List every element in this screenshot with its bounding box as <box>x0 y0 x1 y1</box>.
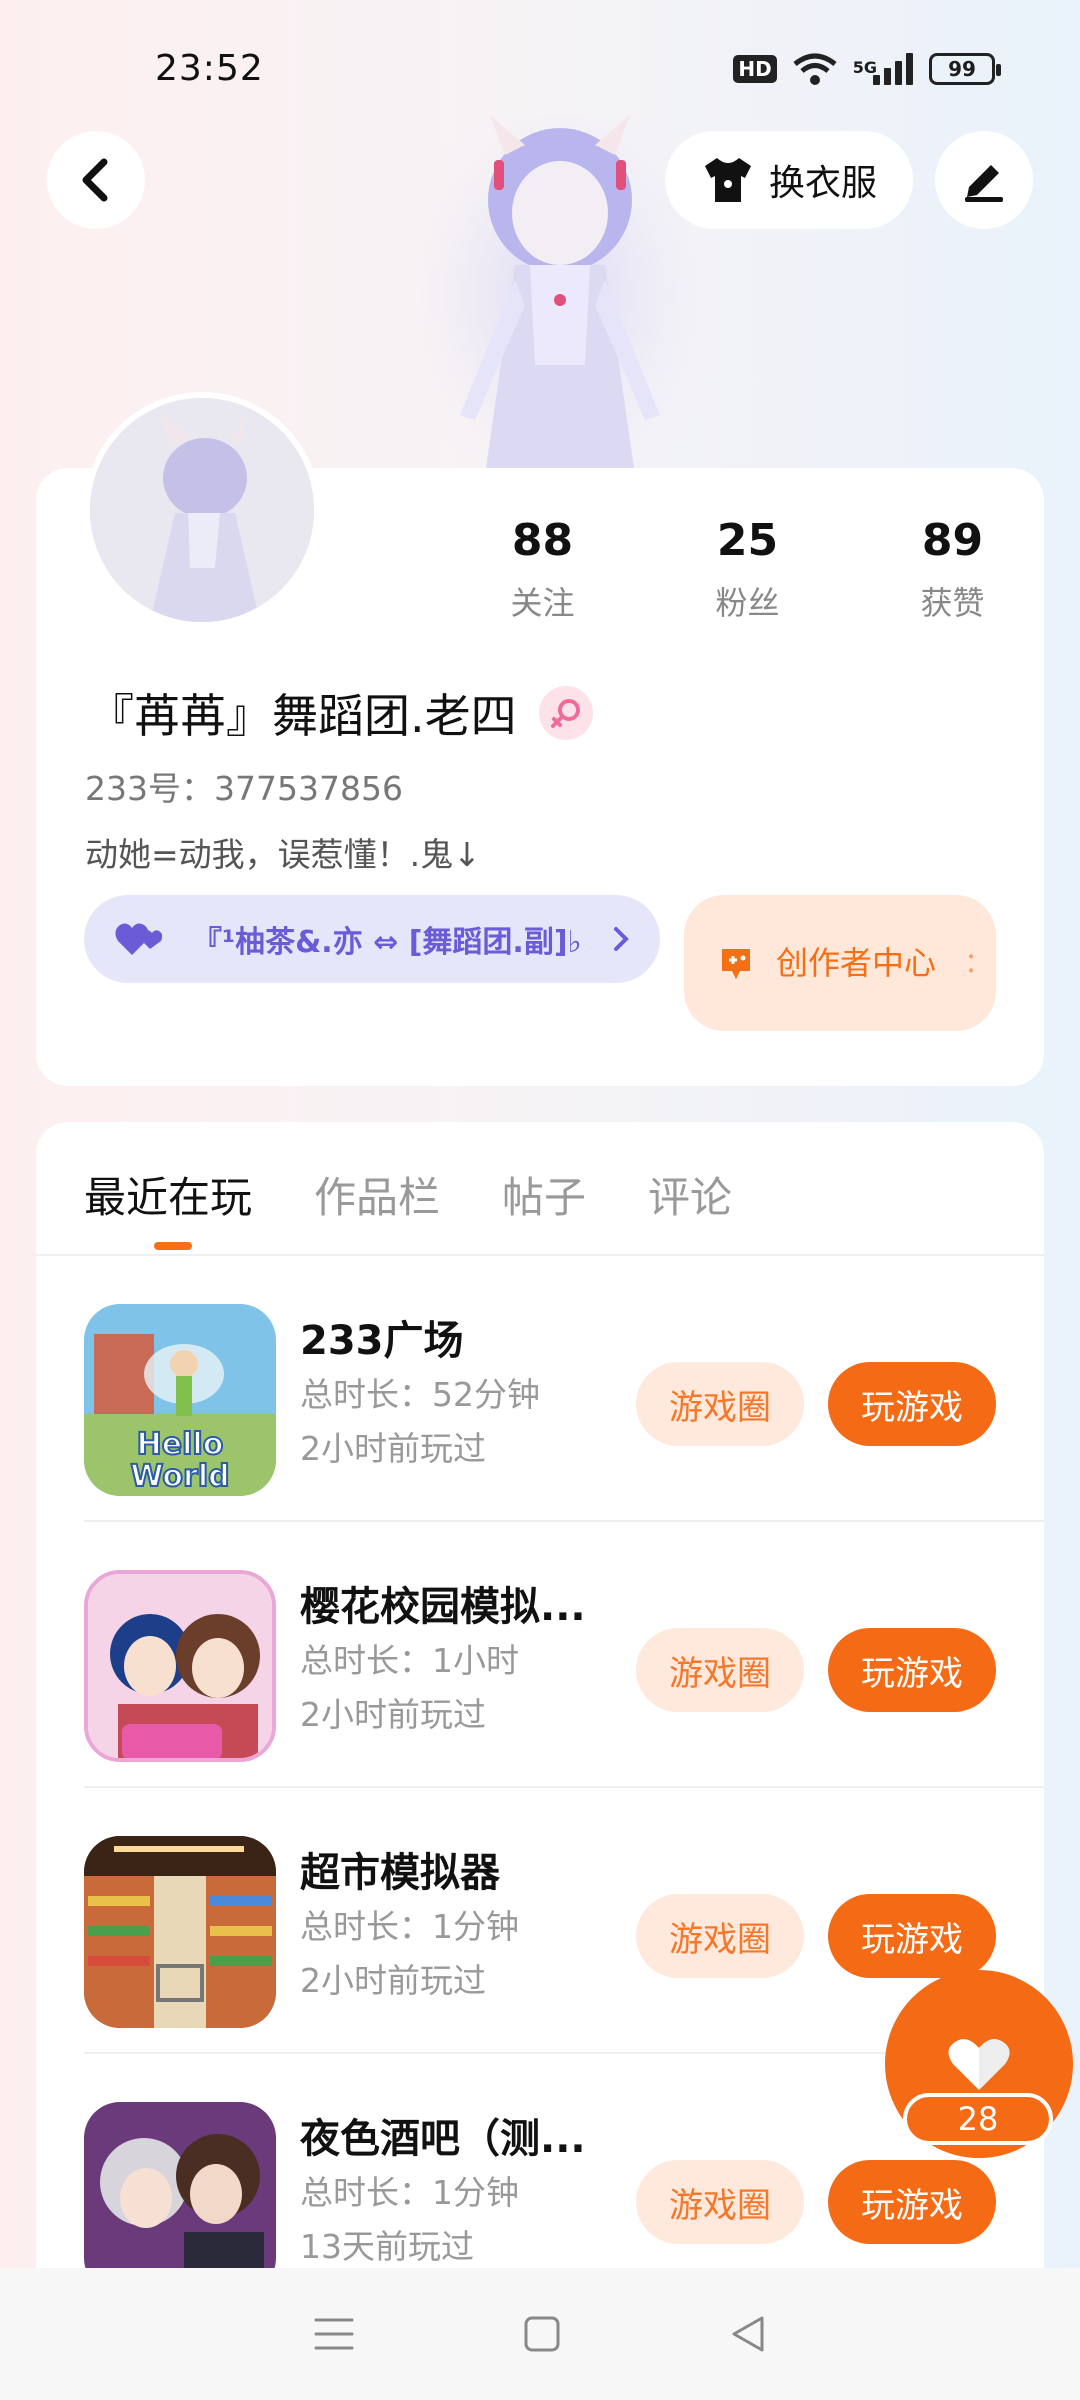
like-count-badge: 28 <box>903 2093 1053 2145</box>
tshirt-icon <box>704 158 751 202</box>
user-bio: 动她=动我，误惹懂！.鬼↓ <box>85 835 481 874</box>
tab-posts[interactable]: 帖子 <box>502 1164 586 1225</box>
profile-avatar[interactable] <box>84 392 320 628</box>
avatar-image <box>90 398 314 622</box>
edit-profile-button[interactable] <box>935 131 1033 229</box>
wifi-icon <box>793 53 837 85</box>
home-icon[interactable] <box>523 2315 561 2353</box>
creator-center-label: 创作者中心 <box>776 944 937 982</box>
night-bar-game-icon <box>84 2102 276 2282</box>
game-circle-button[interactable]: 游戏圈 <box>636 1894 804 1978</box>
back-triangle-icon[interactable] <box>730 2315 766 2353</box>
stat-following-value: 88 <box>511 515 574 566</box>
signal-icon: 5G <box>853 53 913 85</box>
game-row[interactable]: 樱花校园模拟... 总时长：1小时 2小时前玩过 游戏圈 玩游戏 <box>36 1522 1044 1788</box>
game-name: 夜色酒吧（测... <box>300 2116 586 2162</box>
svg-text:World: World <box>130 1459 229 1494</box>
character-avatar-display <box>420 115 700 475</box>
game-circle-button[interactable]: 游戏圈 <box>636 2160 804 2244</box>
stat-followers-value: 25 <box>716 515 779 566</box>
pen-icon <box>965 165 1003 202</box>
user-id: 233号：377537856 <box>85 769 403 808</box>
game-name: 233广场 <box>300 1318 464 1364</box>
stat-followers-label: 粉丝 <box>715 584 780 622</box>
stat-likes[interactable]: 89 获赞 <box>850 515 1055 624</box>
status-icons: HD 5G 99 <box>733 52 1001 86</box>
profile-stats: 88 关注 25 粉丝 89 获赞 <box>440 515 1055 624</box>
battery-level: 99 <box>948 57 976 81</box>
heart-icon <box>948 2039 1010 2090</box>
game-duration: 总时长：1分钟 <box>300 1907 519 1946</box>
stat-following-label: 关注 <box>510 584 575 622</box>
game-row[interactable]: Hello World 233广场 总时长：52分钟 2小时前玩过 游戏圈 玩游… <box>36 1256 1044 1522</box>
game-controller-icon <box>722 949 750 979</box>
status-bar: 23:52 HD 5G 99 <box>0 0 1080 130</box>
menu-icon[interactable] <box>314 2316 354 2352</box>
profile-tabs: 最近在玩 作品栏 帖子 评论 <box>84 1164 732 1225</box>
character-illustration <box>420 115 700 475</box>
nickname-text: 『苒苒』舞蹈团.老四 <box>88 689 517 743</box>
tab-recently-played[interactable]: 最近在玩 <box>84 1164 252 1225</box>
play-game-button[interactable]: 玩游戏 <box>828 1628 996 1712</box>
hd-icon: HD <box>733 55 777 83</box>
tab-comments[interactable]: 评论 <box>648 1164 732 1225</box>
game-duration: 总时长：52分钟 <box>300 1375 540 1414</box>
profile-nickname: 『苒苒』舞蹈团.老四 <box>88 680 593 746</box>
play-game-button[interactable]: 玩游戏 <box>828 2160 996 2244</box>
svg-text:Hello: Hello <box>137 1427 224 1462</box>
stat-following[interactable]: 88 关注 <box>440 515 645 624</box>
game-last-played: 13天前玩过 <box>300 2227 474 2266</box>
creator-center-button[interactable]: 创作者中心 ： <box>684 895 996 1031</box>
supermarket-game-icon <box>84 1836 276 2028</box>
double-heart-icon <box>115 923 163 955</box>
game-duration: 总时长：1小时 <box>300 1641 519 1680</box>
stat-likes-label: 获赞 <box>920 584 985 622</box>
stat-likes-value: 89 <box>921 515 984 566</box>
game-last-played: 2小时前玩过 <box>300 1429 486 1468</box>
stat-followers[interactable]: 25 粉丝 <box>645 515 850 624</box>
battery-icon: 99 <box>929 53 1001 85</box>
game-circle-button[interactable]: 游戏圈 <box>636 1362 804 1446</box>
sakura-school-game-icon <box>84 1570 276 1762</box>
network-type: 5G <box>852 58 877 77</box>
play-game-button[interactable]: 玩游戏 <box>828 1894 996 1978</box>
change-outfit-button[interactable]: 换衣服 <box>665 131 913 229</box>
game-last-played: 2小时前玩过 <box>300 1695 486 1734</box>
back-button[interactable] <box>47 131 145 229</box>
creator-center-extra: ： <box>964 946 993 979</box>
game-duration: 总时长：1分钟 <box>300 2173 519 2212</box>
cp-relationship-pill[interactable]: 『¹柚茶&.亦 ⇔ [舞蹈团.副]♭ <box>84 895 660 983</box>
game-name: 樱花校园模拟... <box>300 1584 586 1630</box>
chevron-right-icon <box>614 927 629 951</box>
content-card: 最近在玩 作品栏 帖子 评论 Hello World 233广场 总时长：52分… <box>36 1122 1044 2282</box>
status-time: 23:52 <box>155 48 264 89</box>
active-tab-indicator <box>154 1242 192 1250</box>
tab-works[interactable]: 作品栏 <box>314 1164 440 1225</box>
change-outfit-label: 换衣服 <box>768 163 877 204</box>
hello-world-game-icon: Hello World <box>84 1304 276 1496</box>
cp-relationship-text: 『¹柚茶&.亦 ⇔ [舞蹈团.副]♭ <box>192 925 582 960</box>
game-circle-button[interactable]: 游戏圈 <box>636 1628 804 1712</box>
play-game-button[interactable]: 玩游戏 <box>828 1362 996 1446</box>
game-row[interactable]: 超市模拟器 总时长：1分钟 2小时前玩过 游戏圈 玩游戏 <box>36 1788 1044 2054</box>
female-gender-icon <box>538 686 593 740</box>
system-navigation-bar <box>0 2268 1080 2400</box>
chevron-left-icon <box>82 158 108 202</box>
game-last-played: 2小时前玩过 <box>300 1961 486 2000</box>
game-name: 超市模拟器 <box>300 1850 500 1896</box>
